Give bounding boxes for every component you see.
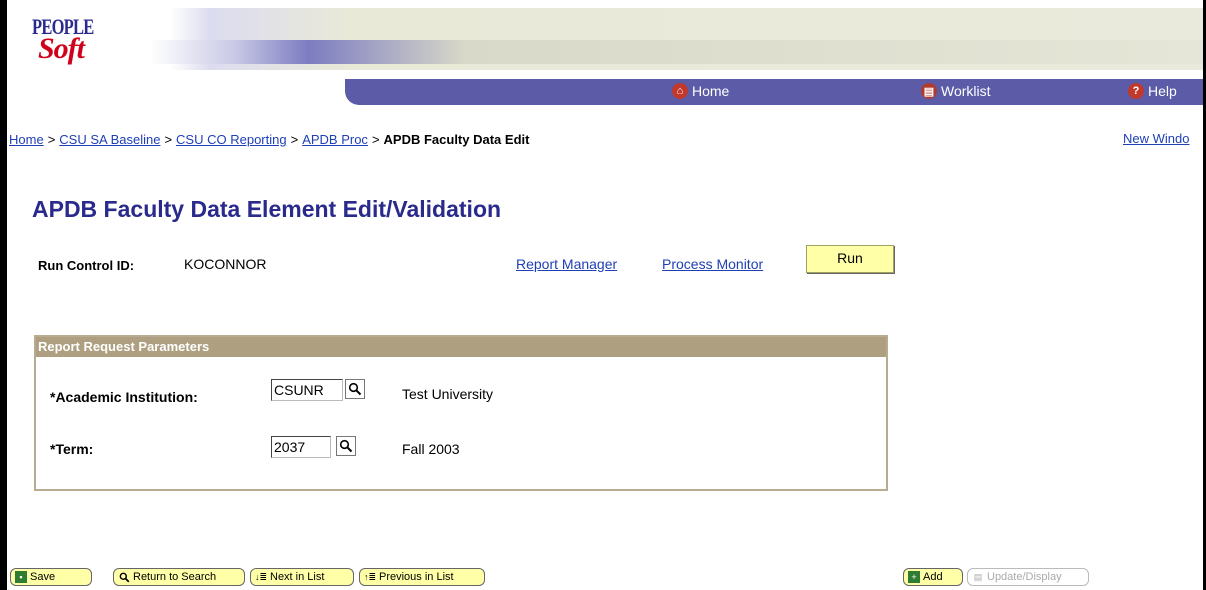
next-in-list-button[interactable]: ↓≣ Next in List	[250, 568, 354, 586]
term-description: Fall 2003	[402, 441, 460, 457]
peoplesoft-logo: PEOPLE Soft	[30, 12, 130, 72]
previous-list-icon: ↑≣	[363, 571, 377, 582]
breadcrumb-csu-co-reporting[interactable]: CSU CO Reporting	[176, 132, 287, 147]
return-to-search-label: Return to Search	[133, 571, 217, 583]
academic-institution-description: Test University	[402, 386, 494, 402]
institution-lookup-button[interactable]	[345, 379, 365, 399]
academic-institution-label: *Academic Institution:	[50, 389, 198, 405]
help-icon: ?	[1128, 83, 1144, 99]
save-label: Save	[30, 571, 56, 583]
report-request-parameters-group: Report Request Parameters *Academic Inst…	[34, 335, 888, 491]
run-control-value: KOCONNOR	[184, 256, 267, 272]
window-left-border	[0, 0, 7, 590]
add-label: Add	[923, 571, 943, 583]
group-header: Report Request Parameters	[36, 337, 886, 357]
breadcrumb-separator: >	[371, 132, 380, 147]
add-button[interactable]: + Add	[903, 568, 963, 586]
page-title: APDB Faculty Data Element Edit/Validatio…	[32, 196, 502, 222]
nav-help-link[interactable]: ? Help	[1128, 83, 1177, 99]
process-monitor-link[interactable]: Process Monitor	[662, 256, 763, 272]
magnifier-icon	[348, 382, 362, 396]
breadcrumb: Home > CSU SA Baseline > CSU CO Reporting > AP…	[9, 132, 529, 147]
report-manager-link[interactable]: Report Manager	[516, 256, 617, 272]
update-display-button[interactable]: ▤ Update/Display	[967, 568, 1089, 586]
magnifier-icon	[339, 439, 353, 453]
breadcrumb-separator: >	[164, 132, 173, 147]
home-icon: ⌂	[672, 83, 688, 99]
previous-in-list-button[interactable]: ↑≣ Previous in List	[359, 568, 485, 586]
nav-worklist-link[interactable]: ▤ Worklist	[921, 83, 991, 99]
worklist-icon: ▤	[921, 83, 937, 99]
next-list-icon: ↓≣	[254, 571, 268, 582]
breadcrumb-csu-sa-baseline[interactable]: CSU SA Baseline	[59, 132, 160, 147]
nav-worklist-label: Worklist	[941, 83, 991, 99]
nav-help-label: Help	[1148, 83, 1177, 99]
breadcrumb-separator: >	[47, 132, 56, 147]
breadcrumb-separator: >	[290, 132, 299, 147]
breadcrumb-apdb-proc[interactable]: APDB Proc	[302, 132, 368, 147]
update-display-icon: ▤	[973, 571, 983, 582]
academic-institution-input[interactable]: CSUNR	[271, 379, 343, 401]
run-control-label: Run Control ID:	[38, 258, 135, 273]
update-display-label: Update/Display	[987, 571, 1062, 583]
next-in-list-label: Next in List	[270, 571, 325, 583]
breadcrumb-current: APDB Faculty Data Edit	[383, 132, 530, 147]
run-button[interactable]: Run	[806, 245, 894, 273]
term-input[interactable]: 2037	[271, 436, 331, 458]
nav-home-label: Home	[692, 83, 730, 99]
term-lookup-button[interactable]	[336, 436, 356, 456]
nav-home-link[interactable]: ⌂ Home	[672, 83, 729, 99]
save-button[interactable]: ▪ Save	[10, 568, 92, 586]
header-banner-stripe	[150, 40, 1203, 64]
term-label: *Term:	[50, 441, 94, 457]
add-icon: +	[908, 571, 920, 583]
save-icon: ▪	[15, 571, 27, 583]
logo-soft-text: Soft	[38, 32, 85, 65]
new-window-link[interactable]: New Windo	[1123, 131, 1189, 146]
return-to-search-button[interactable]: Return to Search	[113, 568, 245, 586]
previous-in-list-label: Previous in List	[379, 571, 454, 583]
top-navbar: ⌂ Home ▤ Worklist ? Help	[345, 79, 1203, 105]
search-icon	[118, 571, 130, 583]
breadcrumb-home[interactable]: Home	[9, 132, 44, 147]
